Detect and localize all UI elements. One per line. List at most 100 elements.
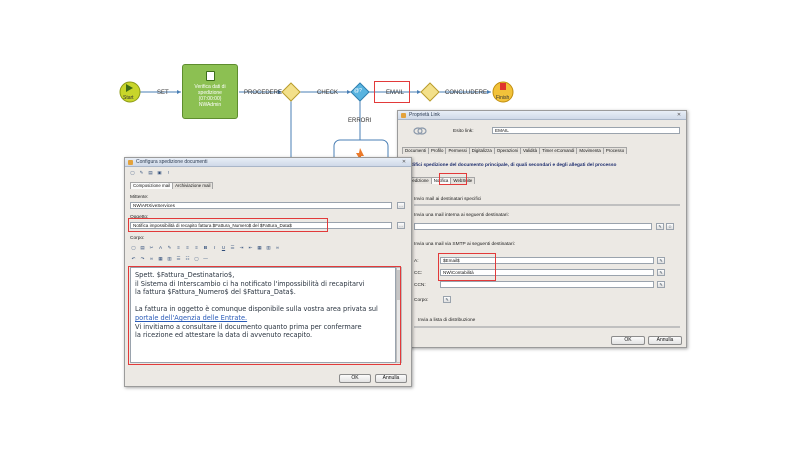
tab-composizione[interactable]: Composizione mail [130,182,174,189]
tab-digitalizza[interactable]: Digitalizza [468,147,495,154]
align-right-icon[interactable]: ≡ [193,244,200,251]
specific-recipients-label: Invio mail ai destinatari specifici [414,197,482,202]
font-icon[interactable]: A [157,244,164,251]
recipients-highlight [438,253,496,281]
section-description: Modifici spedizione del documento princi… [404,163,617,168]
main-toolbar: ▢ ✎ ▤ ▣ ! [129,169,172,176]
undo-icon[interactable]: ↶ [130,255,137,262]
finish-label: Finish [496,95,510,101]
edge-label-concludere: CONCLUDERE [445,90,488,96]
mittente-field[interactable]: NW\ARXiveServices [130,202,392,209]
edit-icon[interactable]: ✎ [657,257,665,264]
notifica-highlight [439,173,467,185]
users-icon[interactable]: ☺ [666,223,674,230]
tab-operazioni[interactable]: Operazioni [493,147,522,154]
underline-icon[interactable]: U [220,244,227,251]
tab-documenti[interactable]: Documenti [402,147,429,154]
bold-icon[interactable]: B [202,244,209,251]
browse-icon[interactable]: … [397,202,405,209]
list-icon[interactable]: ☰ [175,255,182,262]
mittente-label: Mittente: [130,195,149,200]
properties-tabs: Documenti Profilo Permessi Digitalizza O… [402,147,628,154]
image-icon[interactable]: ▦ [157,255,164,262]
app-icon [401,112,406,118]
tab-movimenta[interactable]: Movimenta [576,147,604,154]
browse-icon[interactable]: … [397,222,405,229]
list-icon[interactable]: ☰ [229,244,236,251]
pen-icon[interactable]: ✎ [166,244,173,251]
close-icon[interactable]: ✕ [400,159,408,165]
open-icon[interactable]: ▤ [147,169,154,176]
task-node-verifica[interactable]: Verifica dati di spedizione (07:00:00) N… [182,64,238,119]
oggetto-highlight [128,218,328,232]
edge-label-set: SET [157,90,169,96]
decision-node-3 [420,82,440,102]
properties-window: Proprietà Link ✕ Esito link: EMAIL Docum… [397,110,687,348]
edit-icon[interactable]: ✎ [656,223,664,230]
config-titlebar: Configura spedizione documenti ✕ [125,158,411,167]
email-edge-highlight [374,81,410,103]
new-icon[interactable]: ▢ [130,244,137,251]
edit-icon[interactable]: ✎ [657,281,665,288]
new-icon[interactable]: ▢ [129,169,136,176]
decision-label: @? [354,88,362,94]
table-icon[interactable]: ▥ [166,255,173,262]
edit-toolbar: ↶ ↷ ∞ ▦ ▥ ☰ ☷ ▢ — [130,255,209,262]
rule-icon[interactable]: — [202,255,209,262]
decision-node-1 [281,82,301,102]
align-left-icon[interactable]: ≡ [175,244,182,251]
properties-titlebar: Proprietà Link ✕ [398,111,686,120]
start-label: Start [123,95,134,101]
ccn-field[interactable] [440,281,654,288]
indent-icon[interactable]: ⇥ [238,244,245,251]
ccn-label: CCN: [414,283,426,288]
ok-button[interactable]: OK [339,374,371,383]
config-window: Configura spedizione documenti ✕ ▢ ✎ ▤ ▣… [124,157,412,387]
cc-label: CC: [414,271,423,276]
align-center-icon[interactable]: ≡ [184,244,191,251]
internal-recipients-field[interactable] [414,223,652,230]
esito-label: Esito link: [453,129,474,134]
esito-select[interactable]: EMAIL [492,127,680,134]
edit-icon[interactable]: ✎ [138,169,145,176]
document-icon [205,71,215,81]
config-tabs: Composizione mail Archiviazione mail [130,182,214,189]
ok-button[interactable]: OK [611,336,645,345]
distribution-list-label: Invia a lista di distribuzione [418,318,476,323]
image-icon[interactable]: ▦ [256,244,263,251]
stop-icon [500,83,506,90]
close-icon[interactable]: ✕ [675,112,683,118]
tab-profilo[interactable]: Profilo [428,147,447,154]
link-icon[interactable]: ∞ [148,255,155,262]
link-icon[interactable]: ∞ [274,244,281,251]
save-icon[interactable]: ▣ [156,169,163,176]
cut-icon[interactable]: ✂ [148,244,155,251]
body-highlight [128,266,401,365]
list-numbered-icon[interactable]: ☷ [184,255,191,262]
redo-icon[interactable]: ↷ [139,255,146,262]
smtp-mail-label: Invia una mail via SMTP ai seguenti dest… [414,242,515,247]
edge-label-check: CHECK [317,90,339,96]
app-icon [128,159,133,165]
internal-mail-label: Invia una mail interna ai seguenti desti… [414,213,509,218]
tab-timer[interactable]: Timer eComandi [539,147,578,154]
corpo-label: Corpo: [130,236,145,241]
edge-label-procedere: PROCEDERE [244,90,283,96]
pencil-icon[interactable]: ✎ [443,296,451,303]
link-icon [413,127,427,135]
alert-icon[interactable]: ! [165,169,172,176]
box-icon[interactable]: ▢ [193,255,200,262]
annulla-button[interactable]: Annulla [648,336,682,345]
annulla-button[interactable]: Annulla [375,374,407,383]
italic-icon[interactable]: I [211,244,218,251]
edge-label-errori: ERRORI [348,118,372,124]
outdent-icon[interactable]: ⇤ [247,244,254,251]
tab-permessi[interactable]: Permessi [445,147,470,154]
open-icon[interactable]: ▤ [139,244,146,251]
tab-validita[interactable]: Validità [520,147,541,154]
tab-archiviazione[interactable]: Archiviazione mail [172,182,214,189]
tab-processo[interactable]: Processo [602,147,628,154]
table-icon[interactable]: ▥ [265,244,272,251]
corpo-label: Corpo: [414,298,429,303]
edit-icon[interactable]: ✎ [657,269,665,276]
